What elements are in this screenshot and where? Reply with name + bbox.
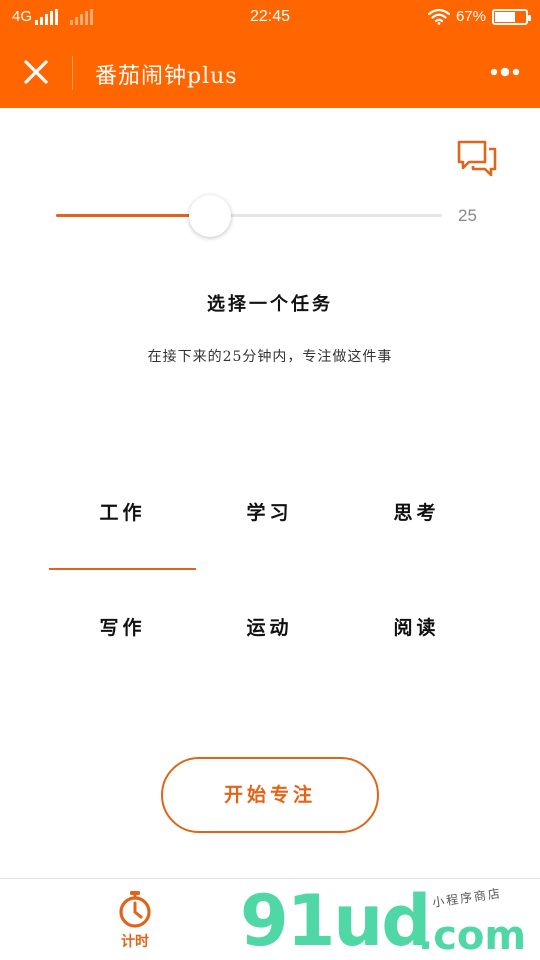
wifi-icon [427, 8, 450, 25]
task-label: 写作 [99, 617, 146, 639]
task-label: 工作 [99, 502, 146, 524]
duration-slider[interactable] [56, 195, 442, 237]
nav-divider [72, 56, 73, 90]
task-label: 学习 [246, 502, 293, 524]
task-label: 运动 [246, 617, 293, 639]
section-subheading: 在接下来的25分钟内，专注做这件事 [147, 349, 393, 365]
watermark-suffix: .com [418, 913, 527, 959]
watermark-caption: 小程序商店 [431, 886, 503, 910]
status-bar: 4G 22:45 67% [0, 0, 540, 36]
stopwatch-icon [119, 891, 151, 928]
section-heading: 选择一个任务 [207, 294, 333, 315]
slider-thumb[interactable] [189, 195, 232, 237]
task-label: 阅读 [393, 617, 440, 639]
slider-value: 25 [458, 206, 477, 225]
chat-bubbles-icon[interactable] [456, 138, 498, 178]
task-option[interactable]: 学习 [196, 470, 343, 570]
task-option[interactable]: 工作 [49, 470, 196, 570]
close-icon[interactable] [20, 56, 52, 88]
nav-bar: 番茄闹钟plus [0, 36, 540, 108]
task-option[interactable]: 思考 [343, 470, 490, 570]
task-label: 思考 [393, 502, 440, 524]
task-option[interactable]: 写作 [49, 585, 196, 685]
more-dots-icon[interactable] [490, 66, 520, 78]
battery-icon [492, 8, 531, 25]
watermark: 91ud .com 小程序商店 [236, 885, 540, 960]
tab-timer[interactable]: 计时 [95, 889, 175, 951]
tab-label: 计时 [121, 934, 149, 950]
status-right: 67% [427, 8, 531, 25]
watermark-logo: 91ud [240, 880, 431, 960]
slider-fill [56, 214, 211, 217]
task-option[interactable]: 阅读 [343, 585, 490, 685]
battery-percent: 67% [455, 8, 486, 25]
start-focus-button[interactable]: 开始专注 [161, 757, 379, 833]
task-option[interactable]: 运动 [196, 585, 343, 685]
page-title: 番茄闹钟plus [95, 64, 238, 89]
